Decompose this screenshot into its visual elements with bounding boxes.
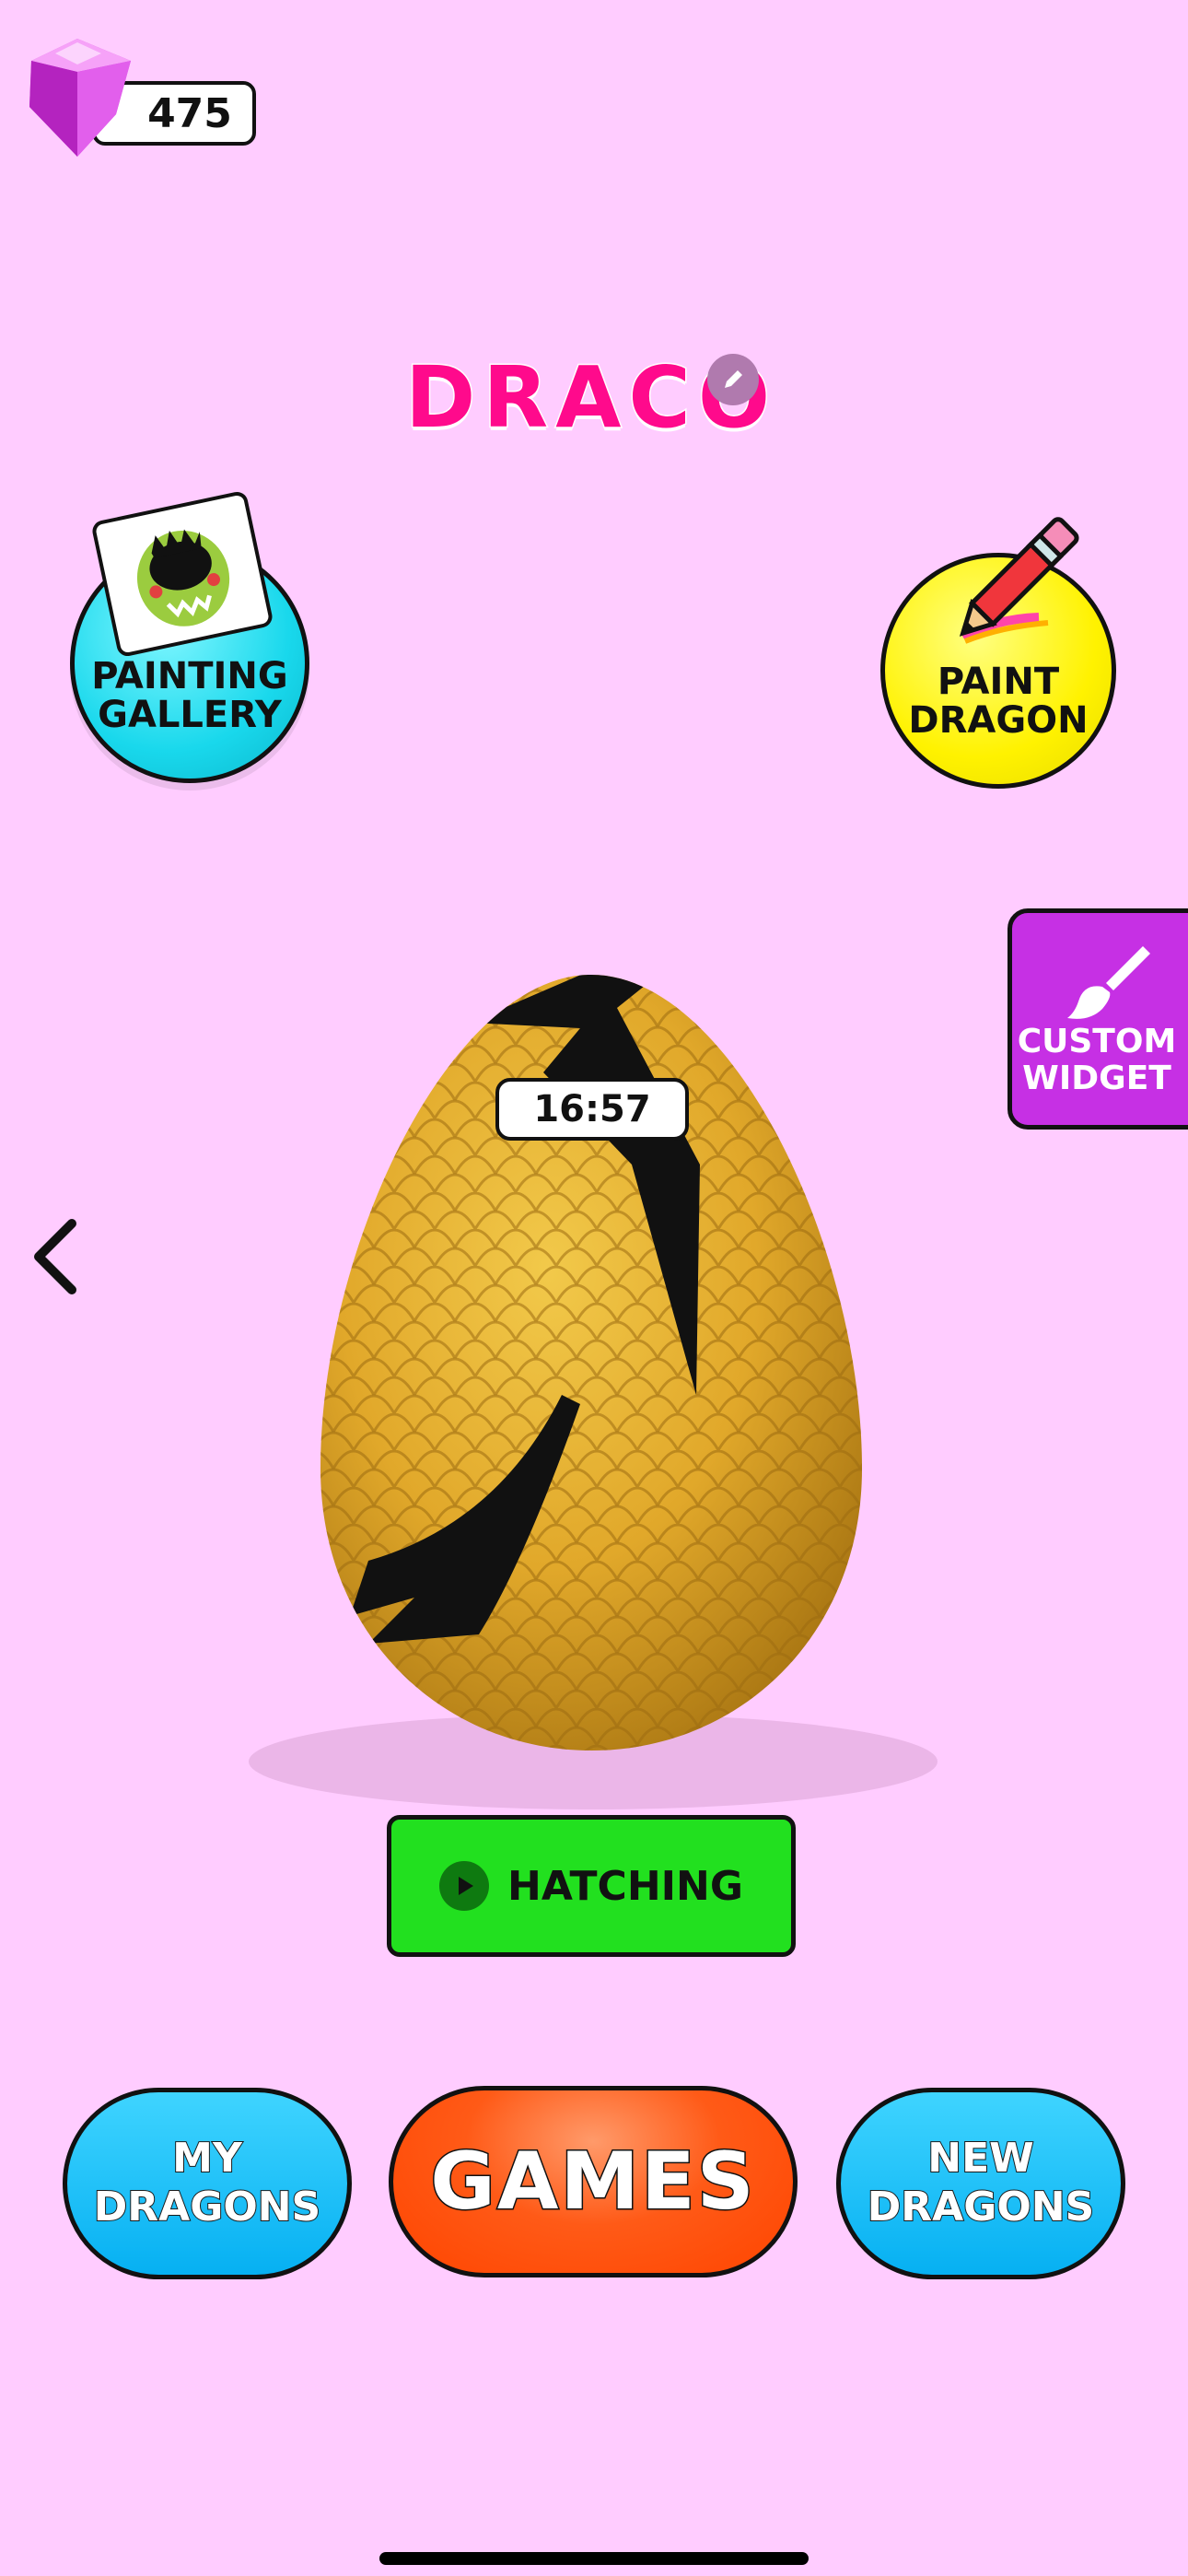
previous-egg-button[interactable]: [24, 1212, 88, 1301]
custom-widget-label-2: WIDGET: [1022, 1059, 1171, 1097]
hatching-label: HATCHING: [507, 1862, 743, 1910]
games-button[interactable]: GAMES: [389, 2086, 798, 2277]
my-dragons-label-1: MY: [171, 2134, 243, 2183]
paint-dragon-label-1: PAINT: [937, 661, 1060, 703]
my-dragons-label-2: DRAGONS: [93, 2183, 321, 2231]
new-dragons-label-2: DRAGONS: [867, 2183, 1095, 2231]
custom-widget-label-1: CUSTOM: [1017, 1023, 1177, 1060]
new-dragons-label-1: NEW: [926, 2134, 1034, 2183]
brush-icon: [1062, 941, 1154, 1024]
games-label: GAMES: [429, 2135, 756, 2230]
home-indicator[interactable]: [379, 2552, 809, 2565]
my-dragons-button[interactable]: MY DRAGONS: [63, 2088, 352, 2279]
painting-gallery-label-2: GALLERY: [98, 694, 282, 736]
hatch-timer: 16:57: [495, 1078, 689, 1141]
pencil-icon: [725, 370, 742, 388]
chevron-left-icon: [34, 1219, 76, 1294]
pencil-icon: [938, 509, 1085, 656]
hatching-button[interactable]: HATCHING: [387, 1815, 796, 1957]
painting-gallery-label-1: PAINTING: [91, 655, 288, 697]
gem-icon: [13, 33, 142, 162]
custom-widget-button[interactable]: CUSTOM WIDGET: [1007, 908, 1188, 1130]
paint-dragon-label-2: DRAGON: [908, 699, 1089, 742]
edit-name-button[interactable]: [707, 354, 759, 405]
gem-count: 475: [147, 89, 232, 137]
dragon-name: DRACO: [404, 347, 778, 449]
new-dragons-button[interactable]: NEW DRAGONS: [836, 2088, 1125, 2279]
play-icon: [439, 1861, 490, 1911]
